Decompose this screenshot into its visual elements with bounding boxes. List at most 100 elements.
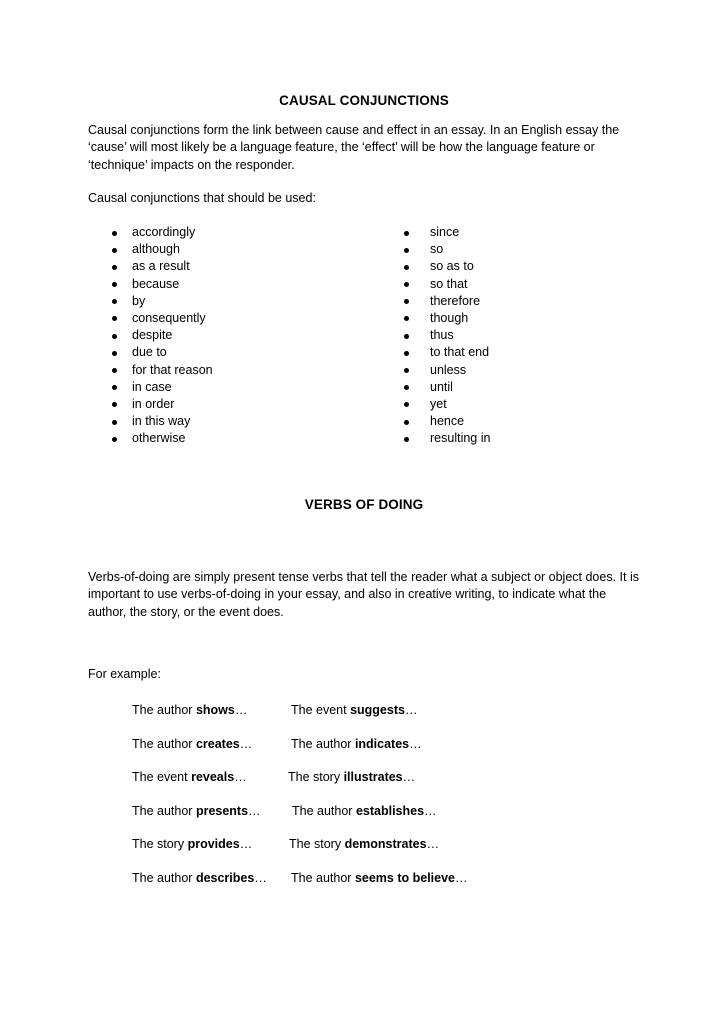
example-verb: establishes (355, 804, 425, 818)
conjunction-text: by (132, 293, 146, 308)
bullet-icon (112, 230, 117, 236)
example-subject: The author (132, 703, 196, 717)
conjunction-text: unless (430, 362, 467, 377)
example-subject: The event (132, 770, 192, 784)
conjunction-text: therefore (430, 293, 481, 308)
conjunction-text: although (132, 242, 180, 257)
bullet-icon (112, 402, 117, 408)
example-verb: seems to believe (354, 871, 455, 885)
example-subject: The event (291, 703, 351, 717)
bullet-icon (404, 299, 409, 305)
conjunction-text: due to (132, 345, 167, 360)
conjunction-text: despite (132, 328, 173, 343)
example-right: The story demonstrates… (289, 836, 439, 853)
example-subject: The author (132, 804, 196, 818)
example-verb: illustrates (343, 770, 403, 784)
bullet-icon (112, 436, 117, 442)
conjunction-text: since (430, 225, 460, 239)
example-ellipsis: … (234, 703, 248, 717)
bullet-icon (404, 402, 409, 408)
conjunction-text: to that end (430, 345, 490, 360)
conjunction-text: as a result (132, 259, 190, 274)
bullet-icon (404, 264, 409, 270)
bullet-icon (404, 247, 409, 253)
conjunction-text: yet (430, 396, 447, 411)
example-subject: The author (291, 871, 355, 885)
example-right: The story illustrates… (288, 769, 415, 786)
bullet-icon (112, 350, 117, 356)
bullet-icon (112, 385, 117, 391)
example-ellipsis: … (455, 871, 468, 885)
example-ellipsis: … (404, 703, 418, 717)
conjunction-text: consequently (132, 310, 206, 325)
conjunction-text: until (430, 379, 453, 394)
example-ellipsis: … (234, 770, 247, 784)
example-subject: The author (132, 737, 196, 751)
example-left: The author shows… (132, 702, 247, 719)
example-subject: The author (292, 804, 356, 818)
conjunction-text: because (132, 276, 180, 291)
bullet-icon (404, 436, 409, 442)
example-subject: The story (288, 770, 344, 784)
example-right: The author seems to believe… (291, 870, 468, 887)
example-ellipsis: … (402, 770, 416, 784)
example-subject: The author (291, 737, 355, 751)
intro-line: ‘cause’ will most likely be a language f… (88, 140, 595, 155)
example-ellipsis: … (239, 837, 253, 851)
conjunction-text: thus (430, 328, 454, 343)
bullet-icon (404, 350, 409, 356)
intro-line: Causal conjunctions form the link betwee… (88, 123, 620, 137)
bullet-icon (404, 368, 409, 373)
causal-conjunctions-heading: CAUSAL CONJUNCTIONS (279, 93, 449, 108)
verbs-of-doing-intro: Verbs-of-doing are simply present tense … (88, 569, 648, 621)
example-left: The author presents… (132, 803, 261, 820)
bullet-icon (112, 299, 117, 305)
bullet-icon (112, 368, 117, 373)
example-left: The author creates… (132, 736, 252, 753)
example-verb: reveals (191, 770, 235, 784)
bullet-icon (112, 247, 117, 253)
example-ellipsis: … (239, 737, 253, 751)
bullet-icon (404, 333, 409, 339)
example-verb: creates (195, 737, 240, 751)
conjunction-text: resulting in (430, 431, 491, 446)
bullet-icon (404, 385, 409, 391)
conjunction-text: otherwise (132, 431, 186, 446)
bullet-icon (404, 282, 409, 288)
example-subject: The story (289, 837, 345, 851)
intro-line: author, the story, or the event does. (88, 604, 284, 619)
conjunction-text: though (430, 310, 469, 325)
for-example-label: For example: (88, 667, 161, 681)
bullet-icon (112, 333, 117, 339)
example-ellipsis: … (424, 804, 437, 818)
example-verb: indicates (354, 737, 410, 751)
conjunction-text: accordingly (132, 225, 196, 239)
example-ellipsis: … (248, 804, 261, 818)
example-verb: shows (195, 703, 235, 717)
intro-line: Verbs-of-doing are simply present tense … (88, 570, 639, 584)
conjunction-text: so as to (430, 259, 474, 274)
conjunction-text: in this way (132, 414, 191, 429)
example-subject: The story (132, 837, 188, 851)
conjunction-text: so (430, 242, 444, 257)
example-verb: suggests (350, 703, 405, 717)
conjunction-text: in case (132, 379, 172, 394)
example-verb: provides (187, 837, 240, 851)
example-verb: describes (195, 871, 255, 885)
example-left: The event reveals… (132, 769, 247, 786)
conjunction-text: in order (132, 396, 175, 411)
bullet-icon (112, 264, 117, 270)
example-right: The event suggests… (291, 702, 417, 719)
conjunctions-list-intro: Causal conjunctions that should be used: (88, 191, 316, 205)
conjunction-text: so that (430, 276, 468, 291)
example-verb: presents (195, 804, 249, 818)
example-right: The author establishes… (292, 803, 437, 820)
bullet-icon (404, 419, 409, 425)
example-ellipsis: … (254, 871, 267, 885)
bullet-icon (112, 316, 117, 322)
example-verb: demonstrates (344, 837, 427, 851)
example-subject: The author (132, 871, 196, 885)
example-left: The author describes… (132, 870, 267, 887)
conjunction-text: hence (430, 414, 465, 429)
bullet-icon (112, 419, 117, 425)
